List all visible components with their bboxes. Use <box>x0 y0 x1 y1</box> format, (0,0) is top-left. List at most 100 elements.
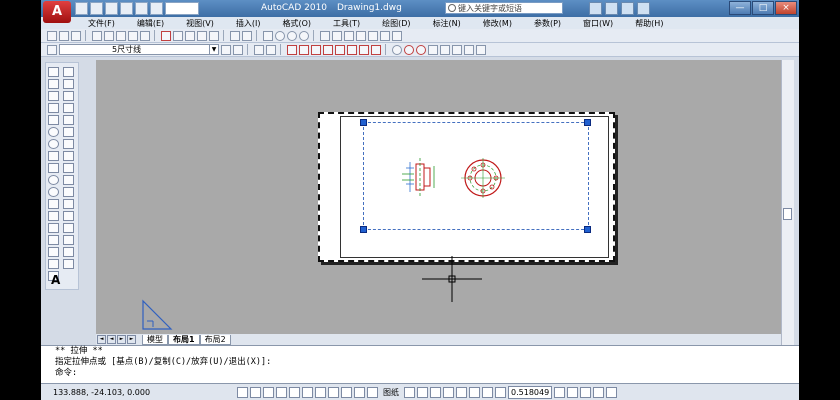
snap-nearest-icon[interactable] <box>452 44 462 55</box>
toolbar-lock-icon[interactable] <box>593 386 605 398</box>
dimension-aligned-icon[interactable] <box>299 44 309 55</box>
design-center-icon[interactable] <box>332 30 342 41</box>
first-tab-icon[interactable]: ◄ <box>97 335 106 344</box>
tab-model[interactable]: 模型 <box>142 334 168 345</box>
quick-view-layouts-icon[interactable] <box>404 386 415 398</box>
pan-status-icon[interactable] <box>430 386 441 398</box>
join-icon[interactable] <box>63 211 74 221</box>
extend-icon[interactable] <box>63 187 74 197</box>
rectangle-icon[interactable] <box>48 115 59 125</box>
snap-parallel-icon[interactable] <box>428 44 438 55</box>
calculator-icon[interactable] <box>380 30 390 41</box>
viewport-grip[interactable] <box>584 226 591 233</box>
publish-3d-icon[interactable] <box>128 30 138 41</box>
plot-icon[interactable] <box>120 2 133 15</box>
showmotion-icon[interactable] <box>469 386 480 398</box>
menu-file[interactable]: 文件(F) <box>88 18 115 29</box>
redo-icon[interactable] <box>150 2 163 15</box>
plot-icon[interactable] <box>140 30 150 41</box>
dimension-linear-icon[interactable] <box>287 44 297 55</box>
quick-view-drawings-icon[interactable] <box>417 386 428 398</box>
undo-arrow-icon[interactable] <box>230 30 240 41</box>
ellipse-icon[interactable] <box>48 175 59 185</box>
erase-icon[interactable] <box>63 67 74 77</box>
command-window[interactable]: ** 拉伸 ** 指定拉伸点或 [基点(B)/复制(C)/放弃(U)/退出(X)… <box>41 345 799 386</box>
publish-icon[interactable] <box>116 30 126 41</box>
save-file-icon[interactable] <box>71 30 81 41</box>
gradient-icon[interactable] <box>48 247 59 257</box>
snap-quadrant-icon[interactable] <box>416 44 426 55</box>
properties-icon[interactable] <box>320 30 330 41</box>
snap-endpoint-icon[interactable] <box>392 44 402 55</box>
drawing-area[interactable] <box>96 60 781 334</box>
circle-icon[interactable] <box>48 139 59 149</box>
menu-modify[interactable]: 修改(M) <box>483 18 512 29</box>
layer-state-icon[interactable] <box>254 44 264 55</box>
point-icon[interactable] <box>48 223 59 233</box>
markup-icon[interactable] <box>368 30 378 41</box>
tab-layout1[interactable]: 布局1 <box>168 334 200 345</box>
grid-display-icon[interactable] <box>263 386 274 398</box>
dimension-jogged-icon[interactable] <box>347 44 357 55</box>
annotation-visibility-icon[interactable] <box>567 386 579 398</box>
last-tab-icon[interactable]: ► <box>127 335 136 344</box>
tool-palettes-icon[interactable] <box>344 30 354 41</box>
coordinate-readout[interactable]: 133.888, -24.103, 0.000 <box>53 388 235 397</box>
make-block-icon[interactable] <box>48 211 59 221</box>
match-properties-icon[interactable] <box>197 30 207 41</box>
open-file-icon[interactable] <box>59 30 69 41</box>
construction-line-icon[interactable] <box>48 79 59 89</box>
offset-icon[interactable] <box>63 103 74 113</box>
polygon-icon[interactable] <box>48 103 59 113</box>
viewport-scale-icon[interactable] <box>495 386 506 398</box>
layer-properties-icon[interactable] <box>47 44 57 55</box>
menu-insert[interactable]: 插入(I) <box>236 18 261 29</box>
favorites-star-icon[interactable] <box>621 2 634 15</box>
zoom-previous-icon[interactable] <box>299 30 309 41</box>
multiline-text-icon[interactable] <box>63 259 74 269</box>
zoom-window-icon[interactable] <box>287 30 297 41</box>
object-snap-icon[interactable] <box>302 386 313 398</box>
copy-icon[interactable] <box>173 30 183 41</box>
tab-layout2[interactable]: 布局2 <box>199 334 231 345</box>
menu-format[interactable]: 格式(O) <box>282 18 311 29</box>
viewport-grip[interactable] <box>584 119 591 126</box>
steeringwheel-icon[interactable] <box>456 386 467 398</box>
region-icon[interactable] <box>48 259 59 269</box>
insert-block-icon[interactable] <box>48 199 59 209</box>
make-current-icon[interactable] <box>221 44 231 55</box>
arc-icon[interactable] <box>48 127 59 137</box>
menu-tools[interactable]: 工具(T) <box>333 18 360 29</box>
break-icon[interactable] <box>63 199 74 209</box>
prev-tab-icon[interactable]: ◄ <box>107 335 116 344</box>
save-icon[interactable] <box>105 2 118 15</box>
spline-icon[interactable] <box>48 163 59 173</box>
layer-previous-icon[interactable] <box>233 44 243 55</box>
quick-properties-icon[interactable] <box>367 386 378 398</box>
menu-edit[interactable]: 编辑(E) <box>137 18 164 29</box>
scale-icon[interactable] <box>63 151 74 161</box>
stretch-icon[interactable] <box>63 163 74 173</box>
zoom-status-icon[interactable] <box>443 386 454 398</box>
zoom-realtime-icon[interactable] <box>275 30 285 41</box>
scrollbar-thumb[interactable] <box>783 208 792 220</box>
dynamic-input-icon[interactable] <box>341 386 352 398</box>
array-icon[interactable] <box>63 115 74 125</box>
workspace-dropdown[interactable] <box>165 2 199 15</box>
lineweight-icon[interactable] <box>354 386 365 398</box>
infer-constraints-icon[interactable] <box>237 386 248 398</box>
dimension-arc-icon[interactable] <box>311 44 321 55</box>
dimension-radius-icon[interactable] <box>335 44 345 55</box>
copy-object-icon[interactable] <box>63 79 74 89</box>
viewport-scale-dropdown[interactable]: 0.518049 <box>508 385 553 399</box>
new-icon[interactable] <box>75 2 88 15</box>
hatch-icon[interactable] <box>48 235 59 245</box>
rotate-icon[interactable] <box>63 139 74 149</box>
fillet-icon[interactable] <box>63 235 74 245</box>
snap-mode-icon[interactable] <box>250 386 261 398</box>
menu-help[interactable]: 帮助(H) <box>635 18 663 29</box>
maximize-button[interactable]: □ <box>752 1 774 15</box>
communication-icon[interactable] <box>605 2 618 15</box>
polyline-icon[interactable] <box>48 91 59 101</box>
cut-icon[interactable] <box>161 30 171 41</box>
